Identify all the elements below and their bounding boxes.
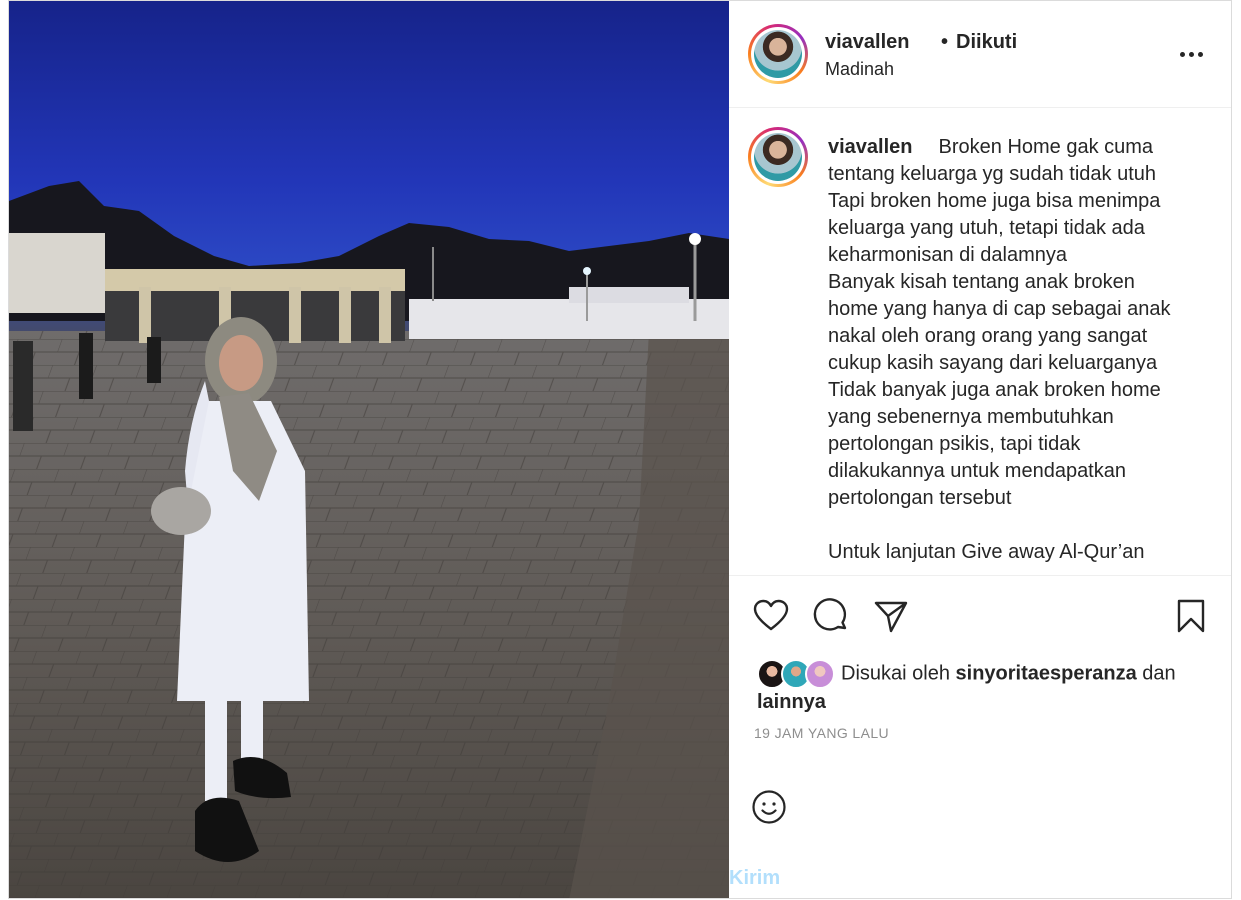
likes-connector: dan xyxy=(1142,662,1176,685)
caption-username[interactable]: viavallen xyxy=(828,136,913,158)
heart-icon[interactable] xyxy=(751,596,791,636)
caption-author-avatar[interactable] xyxy=(748,127,808,187)
action-bar xyxy=(729,575,1231,655)
comment-bar xyxy=(729,777,1231,837)
liker-avatar xyxy=(805,659,835,689)
likes-others-link[interactable]: lainnya xyxy=(757,691,826,713)
follow-status-label: Diikuti xyxy=(956,31,1018,53)
send-icon[interactable] xyxy=(871,596,911,636)
separator-dot: • xyxy=(941,31,949,53)
post-timestamp[interactable]: 19 JAM YANG LALU xyxy=(754,725,889,741)
likes-prefix: Disukai oleh xyxy=(841,662,950,685)
post-header: viavallen • Diikuti Madinah xyxy=(729,1,1231,108)
smiley-icon[interactable] xyxy=(751,789,787,825)
author-avatar[interactable] xyxy=(748,24,808,84)
follow-status-button[interactable]: • Diikuti xyxy=(941,31,1017,54)
liker-avatars[interactable] xyxy=(757,659,837,689)
author-username[interactable]: viavallen xyxy=(825,31,910,54)
avatar-image xyxy=(754,30,802,78)
liker-username[interactable]: sinyoritaesperanza xyxy=(956,662,1137,684)
photo-illustration xyxy=(9,1,729,898)
post-card: viavallen • Diikuti Madinah viavallen Brok… xyxy=(8,0,1232,899)
caption-text-block: viavallen Broken Home gak cuma tentang ke… xyxy=(828,134,1208,566)
avatar-image xyxy=(754,133,802,181)
bookmark-icon[interactable] xyxy=(1171,596,1211,636)
post-photo[interactable] xyxy=(9,1,729,898)
send-comment-button[interactable]: Kirim xyxy=(729,867,780,890)
post-sidebar: viavallen • Diikuti Madinah viavallen Brok… xyxy=(729,1,1231,898)
more-options-icon[interactable] xyxy=(1173,39,1209,69)
comment-icon[interactable] xyxy=(811,596,851,636)
likes-summary: Disukai oleh sinyoritaesperanza dan lain… xyxy=(757,659,1217,716)
caption-section: viavallen Broken Home gak cuma tentang ke… xyxy=(729,109,1231,575)
caption-body: Broken Home gak cuma tentang keluarga yg… xyxy=(828,136,1171,563)
post-location[interactable]: Madinah xyxy=(825,59,894,80)
